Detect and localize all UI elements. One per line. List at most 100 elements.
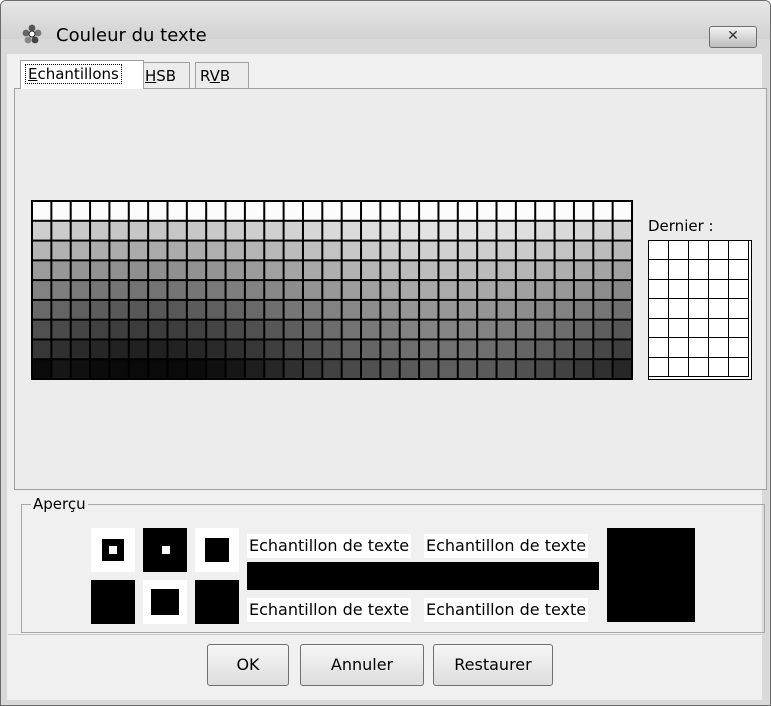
swatch-cell[interactable]	[362, 261, 380, 280]
swatch-cell[interactable]	[129, 281, 148, 299]
swatch-cell[interactable]	[420, 360, 438, 378]
tab-hsb[interactable]: HSB	[140, 62, 190, 89]
swatch-cell[interactable]	[245, 360, 264, 378]
swatch-cell[interactable]	[52, 340, 70, 359]
swatch-cell[interactable]	[91, 202, 109, 220]
recent-color-cell[interactable]	[649, 299, 669, 319]
swatch-cell[interactable]	[478, 261, 496, 280]
swatch-cell[interactable]	[187, 221, 206, 240]
swatch-cell[interactable]	[381, 340, 399, 359]
recent-color-cell[interactable]	[649, 279, 669, 300]
swatch-cell[interactable]	[555, 241, 573, 260]
swatch-cell[interactable]	[207, 360, 225, 378]
recent-color-cell[interactable]	[729, 241, 749, 261]
swatch-cell[interactable]	[33, 320, 51, 339]
recent-color-cell[interactable]	[669, 357, 689, 377]
swatch-cell[interactable]	[536, 340, 554, 359]
swatch-cell[interactable]	[187, 320, 206, 339]
swatch-cell[interactable]	[226, 360, 244, 378]
swatch-cell[interactable]	[33, 241, 51, 260]
swatch-cell[interactable]	[458, 340, 477, 359]
swatch-cell[interactable]	[284, 360, 302, 378]
swatch-cell[interactable]	[52, 300, 70, 319]
swatch-cell[interactable]	[284, 340, 302, 359]
swatch-cell[interactable]	[420, 320, 438, 339]
swatch-cell[interactable]	[381, 221, 399, 240]
swatch-cell[interactable]	[439, 340, 457, 359]
swatch-cell[interactable]	[52, 261, 70, 280]
swatch-cell[interactable]	[516, 360, 535, 378]
swatch-cell[interactable]	[149, 221, 167, 240]
swatch-cell[interactable]	[613, 300, 631, 319]
swatch-cell[interactable]	[245, 221, 264, 240]
swatch-cell[interactable]	[110, 221, 128, 240]
swatch-cell[interactable]	[342, 281, 361, 299]
swatch-cell[interactable]	[187, 340, 206, 359]
swatch-cell[interactable]	[516, 241, 535, 260]
swatch-cell[interactable]	[362, 300, 380, 319]
swatch-cell[interactable]	[284, 261, 302, 280]
swatch-cell[interactable]	[245, 320, 264, 339]
swatch-cell[interactable]	[594, 340, 612, 359]
recent-color-cell[interactable]	[709, 338, 729, 358]
swatch-cell[interactable]	[478, 300, 496, 319]
swatch-cell[interactable]	[52, 221, 70, 240]
recent-color-cell[interactable]	[669, 260, 689, 280]
swatch-cell[interactable]	[439, 221, 457, 240]
swatch-cell[interactable]	[149, 360, 167, 378]
swatch-cell[interactable]	[245, 281, 264, 299]
recent-colors-grid[interactable]	[648, 240, 752, 380]
recent-color-cell[interactable]	[729, 338, 749, 358]
swatch-cell[interactable]	[381, 300, 399, 319]
swatch-cell[interactable]	[613, 340, 631, 359]
recent-color-cell[interactable]	[669, 318, 689, 339]
swatch-cell[interactable]	[613, 281, 631, 299]
swatch-cell[interactable]	[168, 261, 186, 280]
swatch-cell[interactable]	[149, 320, 167, 339]
swatch-cell[interactable]	[594, 241, 612, 260]
swatch-cell[interactable]	[594, 221, 612, 240]
swatch-cell[interactable]	[439, 300, 457, 319]
swatch-cell[interactable]	[362, 241, 380, 260]
swatch-cell[interactable]	[168, 281, 186, 299]
swatch-cell[interactable]	[342, 320, 361, 339]
swatch-cell[interactable]	[536, 300, 554, 319]
swatch-cell[interactable]	[129, 241, 148, 260]
swatch-cell[interactable]	[303, 340, 322, 359]
swatch-cell[interactable]	[497, 340, 515, 359]
swatch-cell[interactable]	[516, 261, 535, 280]
swatch-cell[interactable]	[33, 300, 51, 319]
swatch-cell[interactable]	[245, 300, 264, 319]
swatch-cell[interactable]	[129, 360, 148, 378]
swatch-cell[interactable]	[497, 320, 515, 339]
swatch-cell[interactable]	[420, 300, 438, 319]
swatch-cell[interactable]	[594, 360, 612, 378]
swatch-cell[interactable]	[420, 281, 438, 299]
swatch-cell[interactable]	[129, 340, 148, 359]
swatch-cell[interactable]	[574, 360, 593, 378]
swatch-cell[interactable]	[458, 281, 477, 299]
swatch-cell[interactable]	[91, 261, 109, 280]
swatch-cell[interactable]	[381, 261, 399, 280]
swatch-cell[interactable]	[420, 202, 438, 220]
swatch-cell[interactable]	[497, 261, 515, 280]
swatch-cell[interactable]	[458, 221, 477, 240]
swatch-cell[interactable]	[33, 281, 51, 299]
swatch-cell[interactable]	[303, 281, 322, 299]
swatch-cell[interactable]	[110, 360, 128, 378]
swatch-cell[interactable]	[226, 221, 244, 240]
recent-color-cell[interactable]	[649, 260, 669, 280]
swatch-cell[interactable]	[574, 300, 593, 319]
swatch-cell[interactable]	[71, 281, 90, 299]
swatch-cell[interactable]	[497, 221, 515, 240]
swatch-cell[interactable]	[52, 202, 70, 220]
swatch-cell[interactable]	[342, 300, 361, 319]
swatch-cell[interactable]	[129, 320, 148, 339]
swatch-cell[interactable]	[91, 281, 109, 299]
swatch-cell[interactable]	[478, 202, 496, 220]
swatch-cell[interactable]	[226, 261, 244, 280]
recent-color-cell[interactable]	[709, 318, 729, 339]
swatch-cell[interactable]	[516, 202, 535, 220]
swatch-cell[interactable]	[342, 221, 361, 240]
swatch-cell[interactable]	[265, 221, 283, 240]
